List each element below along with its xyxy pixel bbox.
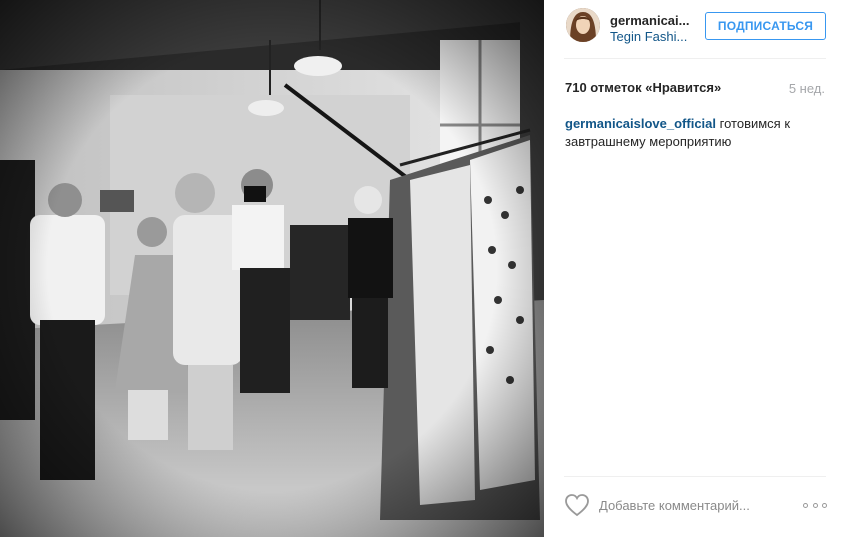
avatar-icon[interactable] [566,8,600,42]
post-sidebar: germanicai... Tegin Fashi... ПОДПИСАТЬСЯ… [544,0,847,537]
post-photo-image [0,0,544,537]
post-username[interactable]: germanicai... [610,13,689,28]
likes-count[interactable]: 710 отметок «Нравится» [565,80,721,95]
more-options-icon[interactable] [803,503,827,509]
comment-bar [544,476,847,537]
post-photo[interactable] [0,0,544,537]
follow-button[interactable]: ПОДПИСАТЬСЯ [705,12,826,40]
post-time[interactable]: 5 нед. [789,81,825,96]
post-caption: germanicaislove_official готовимся к зав… [565,115,827,151]
more-dot-icon [822,503,827,508]
more-dot-icon [812,503,818,508]
comment-input[interactable] [599,495,799,515]
more-dot-icon [803,503,808,508]
post-header: germanicai... Tegin Fashi... ПОДПИСАТЬСЯ [544,0,847,58]
heart-icon[interactable] [564,493,590,517]
caption-username[interactable]: germanicaislove_official [565,116,716,131]
post-location[interactable]: Tegin Fashi... [610,29,687,44]
header-divider [564,58,826,59]
